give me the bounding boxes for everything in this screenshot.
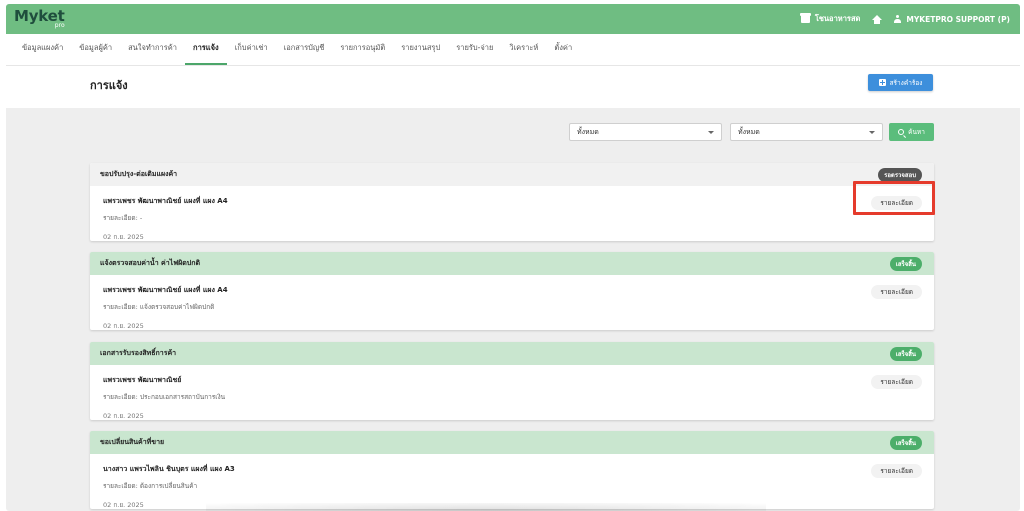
card-header: ขอเปลี่ยนสินค้าที่ขาย เสร็จสิ้น	[90, 431, 934, 454]
details-button[interactable]: รายละเอียด	[871, 464, 922, 478]
request-date: 02 ก.ย. 2025	[103, 412, 144, 420]
chevron-down-icon	[708, 130, 714, 134]
status-badge: เสร็จสิ้น	[889, 256, 922, 271]
card-body: นางสาว แพรวไพลิน ชินบุตร แผงที่ แผง A3 ร…	[90, 454, 934, 509]
plus-icon	[878, 79, 886, 86]
search-button[interactable]: ค้นหา	[889, 123, 934, 141]
store-label: โชนอาหารสด	[814, 14, 861, 23]
tab-accounting-docs[interactable]: เอกสารบัญชี	[276, 42, 333, 65]
tab-interested[interactable]: สนใจทำการค้า	[120, 42, 185, 65]
logo-sub-text: pro	[54, 22, 65, 29]
request-date: 02 ก.ย. 2025	[103, 322, 144, 330]
topbar-actions: โชนอาหารสด MYKETPRO SUPPORT (P)	[799, 13, 1010, 25]
details-button[interactable]: รายละเอียด	[871, 375, 922, 389]
card-header: เอกสารรับรองสิทธิ์การค้า เสร็จสิ้น	[90, 342, 934, 365]
card-header: ขอปรับปรุง-ต่อเติมแผงค้า รอตรวจสอบ	[90, 163, 934, 186]
tab-merchants[interactable]: ข้อมูลผู้ค้า	[71, 42, 120, 65]
request-card: ขอเปลี่ยนสินค้าที่ขาย เสร็จสิ้น นางสาว แ…	[90, 431, 934, 509]
tab-stalls[interactable]: ข้อมูลแผงค้า	[14, 42, 71, 65]
page-title: การแจ้ง	[90, 79, 128, 92]
card-body: แพรวเพชร พัฒนาพาณิชย์ รายละเอียด: ประกอบ…	[90, 365, 934, 420]
status-badge: เสร็จสิ้น	[889, 435, 922, 450]
shop-name: แพรวเพชร พัฒนาพาณิชย์ แผงที่ แผง A4	[103, 286, 228, 294]
tab-reports[interactable]: รายงานสรุป	[393, 42, 448, 65]
store-icon	[799, 13, 811, 23]
request-card: เอกสารรับรองสิทธิ์การค้า เสร็จสิ้น แพรวเ…	[90, 342, 934, 420]
store-switcher[interactable]: โชนอาหารสด	[799, 13, 861, 25]
request-card: ขอปรับปรุง-ต่อเติมแผงค้า รอตรวจสอบ แพรวเ…	[90, 163, 934, 241]
top-bar: Myket pro โชนอาหารสด MYKETPRO SUPPORT (P…	[6, 4, 1020, 34]
create-request-label: สร้างคำร้อง	[889, 78, 923, 87]
tab-analytics[interactable]: วิเคราะห์	[501, 42, 546, 65]
details-button[interactable]: รายละเอียด	[871, 285, 922, 299]
shop-name: แพรวเพชร พัฒนาพาณิชย์	[103, 376, 182, 384]
shop-name: นางสาว แพรวไพลิน ชินบุตร แผงที่ แผง A3	[103, 465, 235, 473]
card-body: แพรวเพชร พัฒนาพาณิชย์ แผงที่ แผง A4 รายล…	[90, 275, 934, 330]
card-title: ขอเปลี่ยนสินค้าที่ขาย	[100, 438, 165, 446]
tab-settings[interactable]: ตั้งค่า	[546, 42, 580, 65]
home-icon	[872, 14, 883, 24]
card-title: เอกสารรับรองสิทธิ์การค้า	[100, 349, 177, 357]
card-title: ขอปรับปรุง-ต่อเติมแผงค้า	[100, 170, 178, 178]
request-detail: รายละเอียด: -	[103, 214, 143, 222]
card-title: แจ้งตรวจสอบค่าน้ำ ค่าไฟผิดปกติ	[100, 259, 201, 267]
tab-approvals[interactable]: รายการอนุมัติ	[332, 42, 393, 65]
request-card: แจ้งตรวจสอบค่าน้ำ ค่าไฟผิดปกติ เสร็จสิ้น…	[90, 252, 934, 330]
filter-select-2-value: ทั้งหมด	[738, 127, 760, 136]
chevron-down-icon	[869, 130, 875, 134]
filter-select-2[interactable]: ทั้งหมด	[730, 123, 883, 141]
main-nav: ข้อมูลแผงค้า ข้อมูลผู้ค้า สนใจทำการค้า ก…	[6, 34, 1020, 66]
user-label: MYKETPRO SUPPORT (P)	[906, 14, 1010, 24]
card-body: แพรวเพชร พัฒนาพาณิชย์ แผงที่ แผง A4 รายล…	[90, 186, 934, 241]
bottom-shadow	[206, 503, 766, 511]
search-icon	[898, 129, 905, 135]
tab-notifications[interactable]: การแจ้ง	[185, 42, 227, 65]
card-header: แจ้งตรวจสอบค่าน้ำ ค่าไฟผิดปกติ เสร็จสิ้น	[90, 252, 934, 275]
tab-rent[interactable]: เก็บค่าเช่า	[227, 42, 276, 65]
details-button[interactable]: รายละเอียด	[871, 196, 922, 210]
logo[interactable]: Myket pro	[14, 9, 65, 29]
status-badge: รอตรวจสอบ	[878, 167, 922, 182]
search-label: ค้นหา	[908, 128, 925, 136]
request-detail: รายละเอียด: ต้องการเปลี่ยนสินค้า	[103, 482, 198, 490]
user-icon	[894, 15, 902, 23]
filter-select-1-value: ทั้งหมด	[577, 127, 599, 136]
app-window: Myket pro โชนอาหารสด MYKETPRO SUPPORT (P…	[6, 4, 1020, 511]
shop-name: แพรวเพชร พัฒนาพาณิชย์ แผงที่ แผง A4	[103, 197, 228, 205]
tab-income-expense[interactable]: รายรับ-จ่าย	[448, 42, 501, 65]
create-request-button[interactable]: สร้างคำร้อง	[868, 74, 933, 91]
status-badge: เสร็จสิ้น	[889, 346, 922, 361]
user-menu[interactable]: MYKETPRO SUPPORT (P)	[894, 15, 1010, 24]
title-bar: การแจ้ง สร้างคำร้อง	[6, 66, 1020, 108]
request-detail: รายละเอียด: ประกอบเอกสารสถาบันการเงิน	[103, 393, 226, 401]
filter-select-1[interactable]: ทั้งหมด	[569, 123, 722, 141]
request-detail: รายละเอียด: แจ้งตรวจสอบค่าไฟผิดปกติ	[103, 303, 215, 311]
home-button[interactable]	[872, 14, 883, 24]
request-date: 02 ก.ย. 2025	[103, 233, 144, 241]
